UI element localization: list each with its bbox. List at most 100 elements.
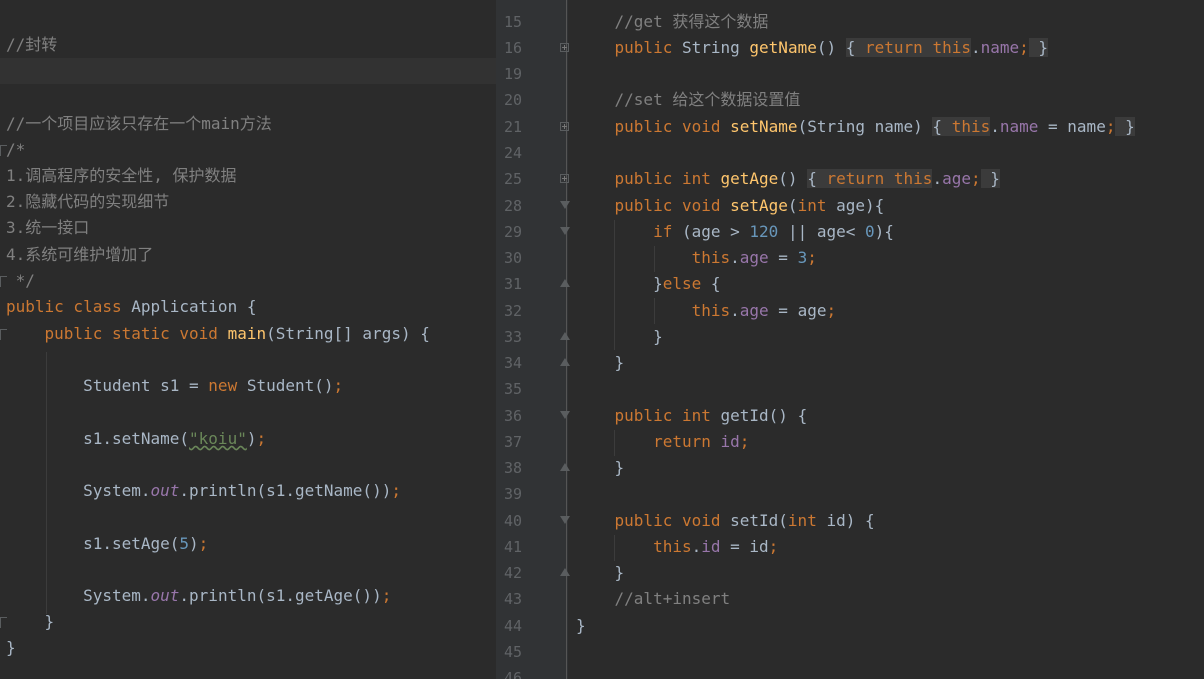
code-token: int <box>787 511 827 530</box>
line-number: 42 <box>503 564 522 582</box>
code-line[interactable]: } <box>576 613 586 639</box>
code-token: System. <box>6 481 151 500</box>
code-line[interactable]: } <box>576 560 625 586</box>
fold-toggle-icon[interactable] <box>560 279 570 289</box>
fold-marker-icon[interactable] <box>0 145 7 156</box>
code-token: } <box>576 458 625 477</box>
code-token: 1.调高程序的安全性, 保护数据 <box>6 166 237 185</box>
code-line[interactable]: //一个项目应该只存在一个main方法 <box>6 111 272 137</box>
code-token: } <box>576 327 663 346</box>
code-line[interactable]: //alt+insert <box>576 586 731 612</box>
code-token: || age< <box>778 222 866 241</box>
code-line[interactable]: } <box>576 324 663 350</box>
code-token: . <box>970 38 981 57</box>
code-line[interactable]: */ <box>6 268 35 294</box>
indent-guide <box>614 220 615 350</box>
code-token: //封转 <box>6 35 58 54</box>
code-token: ){ <box>874 222 894 241</box>
code-line[interactable]: System.out.println(s1.getName()); <box>6 478 401 504</box>
indent-guide <box>614 430 615 456</box>
code-line[interactable]: System.out.println(s1.getAge()); <box>6 583 391 609</box>
fold-toggle-icon[interactable] <box>560 201 570 211</box>
fold-marker-icon[interactable] <box>0 329 7 340</box>
code-line[interactable]: this.age = 3; <box>576 245 817 271</box>
code-line[interactable]: public class Application { <box>6 294 256 320</box>
code-token: int <box>797 196 837 215</box>
code-token: . <box>990 117 1000 136</box>
indent-guide <box>614 535 615 561</box>
code-token: } <box>576 563 625 582</box>
code-line[interactable]: } <box>576 455 625 481</box>
code-token: 0 <box>865 222 875 241</box>
code-token: ; <box>826 301 837 320</box>
code-token: { <box>845 38 866 57</box>
code-line[interactable]: /* <box>6 137 25 163</box>
code-token: public int <box>576 406 721 425</box>
code-token: this <box>576 537 692 556</box>
code-token: 120 <box>749 222 779 241</box>
line-number: 46 <box>503 669 522 679</box>
fold-toggle-icon[interactable] <box>560 358 570 368</box>
code-token: ; <box>198 534 209 553</box>
fold-toggle-icon[interactable] <box>560 411 570 421</box>
fold-toggle-icon[interactable] <box>560 516 570 526</box>
fold-toggle-icon[interactable] <box>560 174 569 183</box>
line-number: 21 <box>503 118 522 136</box>
code-line[interactable]: this.id = id; <box>576 534 778 560</box>
code-line[interactable]: public String getName() { return this.na… <box>576 35 1049 61</box>
code-token: 5 <box>179 534 190 553</box>
code-token: ; <box>739 432 750 451</box>
code-line[interactable]: this.age = age; <box>576 298 837 324</box>
code-line[interactable]: s1.setAge(5); <box>6 531 208 557</box>
code-token: . <box>932 169 943 188</box>
code-token: out <box>150 586 180 605</box>
code-line[interactable]: //封转 <box>6 32 57 58</box>
code-line[interactable]: return id; <box>576 429 749 455</box>
code-token: setId( <box>730 511 788 530</box>
code-line[interactable]: public static void main(String[] args) { <box>6 321 430 347</box>
code-token: public class <box>6 297 132 316</box>
code-line[interactable]: public void setId(int id) { <box>576 508 875 534</box>
code-line[interactable]: public void setName(String name) { this.… <box>576 114 1135 140</box>
code-line[interactable]: //get 获得这个数据 <box>576 9 769 35</box>
fold-toggle-icon[interactable] <box>560 43 569 52</box>
fold-marker-icon[interactable] <box>0 617 7 628</box>
code-line[interactable]: public int getAge() { return this.age; } <box>576 166 1000 192</box>
line-number: 15 <box>503 13 522 31</box>
code-line[interactable]: public int getId() { <box>576 403 808 429</box>
code-line[interactable]: 1.调高程序的安全性, 保护数据 <box>6 163 237 189</box>
code-token: s1.setName( <box>6 429 190 448</box>
code-token: .println(s1.getName()) <box>179 481 392 500</box>
code-token: . <box>730 301 740 320</box>
code-line[interactable]: 3.统一接口 <box>6 215 89 241</box>
code-token: } <box>576 353 625 372</box>
fold-toggle-icon[interactable] <box>560 568 570 578</box>
code-token: new <box>208 376 247 395</box>
code-token: ; <box>807 248 817 267</box>
code-token: .println(s1.getAge()) <box>179 586 382 605</box>
code-line[interactable]: //set 给这个数据设置值 <box>576 87 801 113</box>
code-token: (String name) <box>797 117 933 136</box>
right-editor-pane[interactable]: //get 获得这个数据 public String getName() { r… <box>496 0 1204 679</box>
line-number: 43 <box>503 590 522 608</box>
code-token: return <box>826 169 894 188</box>
code-token: ; <box>970 169 981 188</box>
code-line[interactable]: public void setAge(int age){ <box>576 193 885 219</box>
line-number: 38 <box>503 459 522 477</box>
fold-marker-icon[interactable] <box>0 276 7 287</box>
fold-toggle-icon[interactable] <box>560 463 570 473</box>
code-line[interactable]: Student s1 = new Student(); <box>6 373 343 399</box>
indent-guide <box>654 298 655 324</box>
fold-toggle-icon[interactable] <box>560 122 569 131</box>
code-line[interactable]: 4.系统可维护增加了 <box>6 242 153 268</box>
fold-toggle-icon[interactable] <box>560 332 570 342</box>
fold-toggle-icon[interactable] <box>560 227 570 237</box>
code-token: 2.隐藏代码的实现细节 <box>6 192 170 211</box>
line-number: 28 <box>503 197 522 215</box>
left-editor-pane[interactable]: //封转 //一个项目应该只存在一个main方法 /* 1.调高程序的安全性, 保护数… <box>0 0 496 679</box>
code-line[interactable]: if (age > 120 || age< 0){ <box>576 219 894 245</box>
code-line[interactable]: }else { <box>576 271 720 297</box>
code-line[interactable]: } <box>576 350 625 376</box>
code-line[interactable]: 2.隐藏代码的实现细节 <box>6 189 169 215</box>
code-line[interactable]: } <box>6 635 16 661</box>
